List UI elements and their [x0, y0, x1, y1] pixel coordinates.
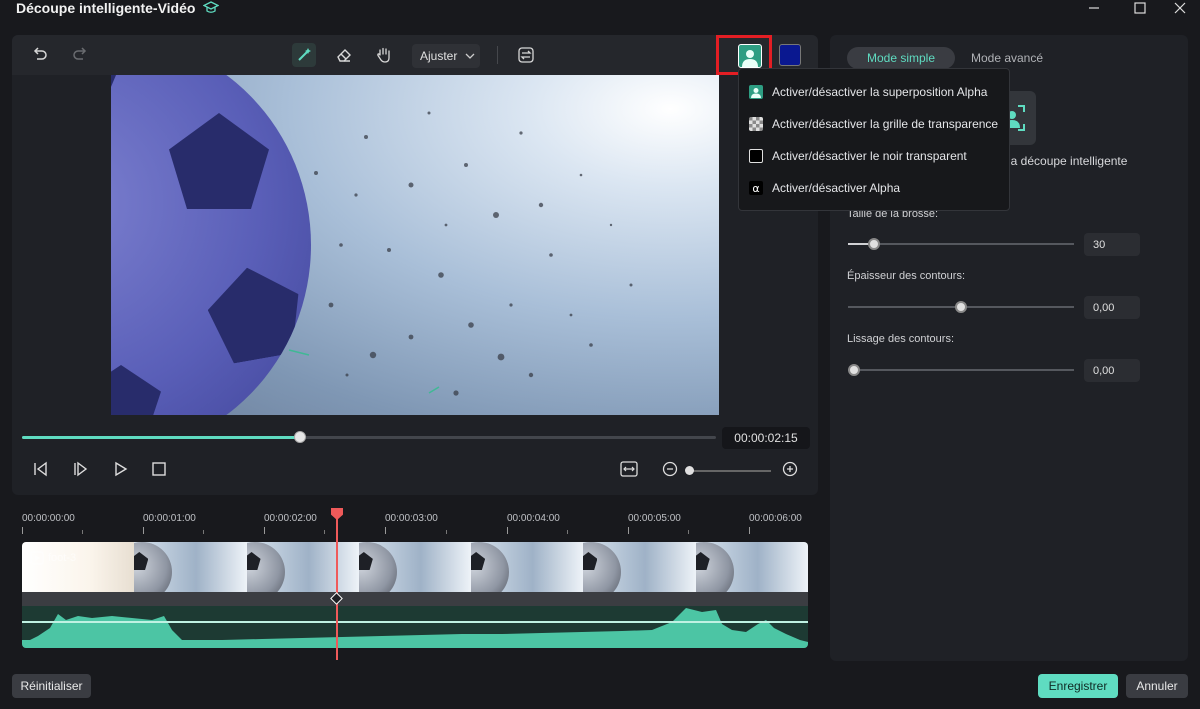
stop-icon[interactable]	[150, 460, 168, 478]
redo-icon[interactable]	[68, 43, 92, 67]
black-square-icon	[749, 149, 763, 163]
keyframe-band[interactable]	[22, 592, 808, 606]
zoom-out-icon[interactable]	[661, 460, 679, 478]
fit-width-icon[interactable]	[620, 460, 638, 478]
smart-brush-icon[interactable]	[292, 43, 316, 67]
edge-thickness-label: Épaisseur des contours:	[847, 270, 966, 282]
menu-item-alpha[interactable]: α Activer/désactiver Alpha	[749, 178, 900, 198]
maximize-icon[interactable]	[1130, 0, 1150, 16]
brush-size-input[interactable]: 30	[1084, 233, 1140, 256]
graduation-cap-icon[interactable]	[203, 1, 220, 15]
alpha-options-menu: Activer/désactiver la superposition Alph…	[738, 68, 1010, 211]
checkerboard-icon	[749, 117, 763, 131]
minimize-icon[interactable]	[1084, 0, 1104, 16]
playback-progress-fill	[22, 436, 300, 439]
menu-item-transparency-grid[interactable]: Activer/désactiver la grille de transpar…	[749, 114, 998, 134]
window-title-text: Découpe intelligente-Vidéo	[16, 0, 196, 16]
menu-item-label: Activer/désactiver Alpha	[772, 181, 901, 195]
edge-smoothing-label: Lissage des contours:	[847, 333, 955, 345]
clip-label: foot-3	[30, 551, 76, 565]
reset-button[interactable]: Réinitialiser	[12, 674, 91, 698]
tab-advanced-mode[interactable]: Mode avancé	[957, 47, 1057, 69]
next-frame-icon[interactable]	[71, 460, 89, 478]
editor-panel: Ajuster 00:00:02:15	[12, 35, 818, 495]
alpha-symbol-icon: α	[749, 181, 763, 195]
mask-color-swatch[interactable]	[779, 44, 801, 66]
hand-icon[interactable]	[372, 43, 396, 67]
audio-waveform	[22, 606, 808, 648]
edge-thickness-input[interactable]: 0,00	[1084, 296, 1140, 319]
edge-smoothing-slider[interactable]	[848, 369, 1074, 371]
save-button[interactable]: Enregistrer	[1038, 674, 1118, 698]
play-icon[interactable]	[111, 460, 129, 478]
zoom-slider-track[interactable]	[689, 470, 771, 472]
clip-thumbnails	[22, 542, 808, 592]
edge-smoothing-input[interactable]: 0,00	[1084, 359, 1140, 382]
ruler-label: 00:00:00:00	[22, 513, 75, 524]
timeline-clip[interactable]: foot-3	[22, 542, 808, 648]
tab-simple-mode[interactable]: Mode simple	[847, 47, 955, 69]
ruler-label: 00:00:02:00	[264, 513, 317, 524]
fit-select-value: Ajuster	[420, 49, 458, 63]
menu-item-label: Activer/désactiver le noir transparent	[772, 149, 967, 163]
editor-toolbar: Ajuster	[12, 35, 818, 75]
ruler-label: 00:00:01:00	[143, 513, 196, 524]
playback-progress-handle[interactable]	[294, 431, 306, 443]
ruler-label: 00:00:05:00	[628, 513, 681, 524]
video-clip-icon	[30, 551, 44, 565]
mode-tabs: Mode simple Mode avancé	[847, 47, 1057, 69]
current-time-display: 00:00:02:15	[722, 427, 810, 449]
previous-frame-icon[interactable]	[31, 460, 49, 478]
toolbar-divider	[497, 46, 498, 64]
menu-item-transparent-black[interactable]: Activer/désactiver le noir transparent	[749, 146, 967, 166]
zoom-in-icon[interactable]	[781, 460, 799, 478]
chevron-down-icon	[465, 53, 475, 59]
cancel-button[interactable]: Annuler	[1126, 674, 1188, 698]
title-bar: Découpe intelligente-Vidéo	[0, 0, 1200, 30]
playback-progress-track[interactable]	[22, 436, 716, 439]
menu-item-label: Activer/désactiver la superposition Alph…	[772, 85, 988, 99]
ruler-label: 00:00:03:00	[385, 513, 438, 524]
debris-particles	[288, 111, 633, 396]
zoom-slider-handle[interactable]	[685, 466, 694, 475]
person-alpha-icon[interactable]	[738, 44, 762, 68]
menu-item-alpha-overlay[interactable]: Activer/désactiver la superposition Alph…	[749, 82, 987, 102]
playhead[interactable]	[336, 512, 338, 660]
fit-select[interactable]: Ajuster	[412, 44, 480, 68]
video-preview[interactable]	[111, 75, 719, 415]
clip-name: foot-3	[48, 552, 77, 564]
undo-icon[interactable]	[28, 43, 52, 67]
smart-cutout-label: la découpe intelligente	[1008, 154, 1128, 168]
person-alpha-icon	[749, 85, 763, 99]
swap-icon[interactable]	[514, 43, 538, 67]
edge-thickness-handle[interactable]	[955, 301, 967, 313]
ruler-label: 00:00:06:00	[749, 513, 802, 524]
eraser-icon[interactable]	[332, 43, 356, 67]
ruler-label: 00:00:04:00	[507, 513, 560, 524]
window-title: Découpe intelligente-Vidéo	[16, 0, 220, 16]
close-icon[interactable]	[1170, 0, 1190, 16]
brush-size-handle[interactable]	[868, 238, 880, 250]
timeline-ruler[interactable]: 00:00:00:00 00:00:01:00 00:00:02:00 00:0…	[12, 505, 812, 535]
edge-smoothing-handle[interactable]	[848, 364, 860, 376]
menu-item-label: Activer/désactiver la grille de transpar…	[772, 117, 999, 131]
brush-size-slider[interactable]	[848, 243, 1074, 245]
